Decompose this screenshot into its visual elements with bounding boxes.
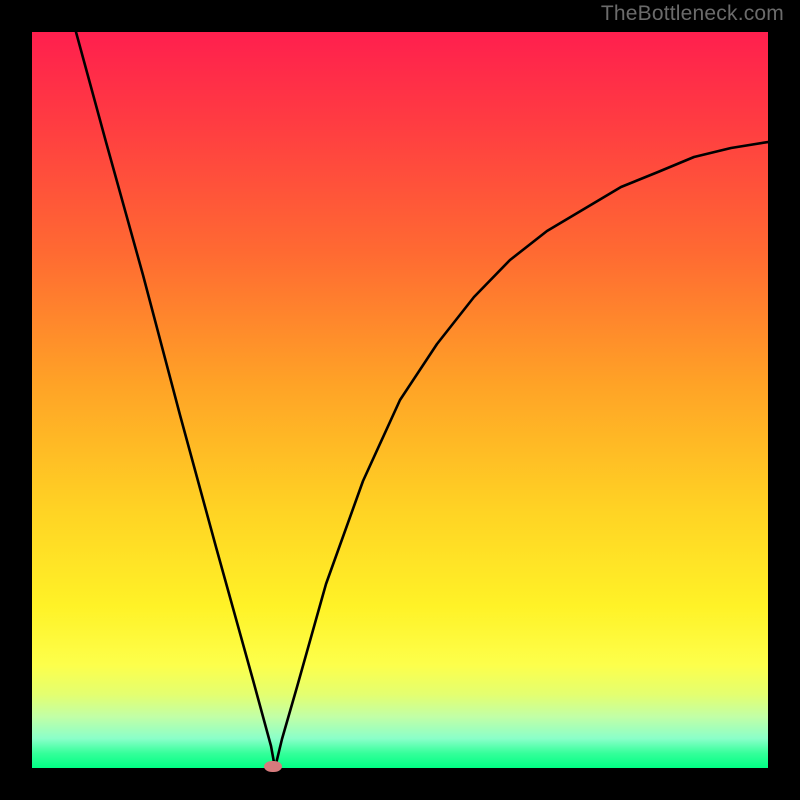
minimum-marker bbox=[264, 761, 282, 772]
bottleneck-curve bbox=[76, 32, 768, 768]
plot-area bbox=[32, 32, 768, 768]
chart-frame: TheBottleneck.com bbox=[0, 0, 800, 800]
curve-layer bbox=[32, 32, 768, 768]
watermark-text: TheBottleneck.com bbox=[601, 2, 784, 26]
